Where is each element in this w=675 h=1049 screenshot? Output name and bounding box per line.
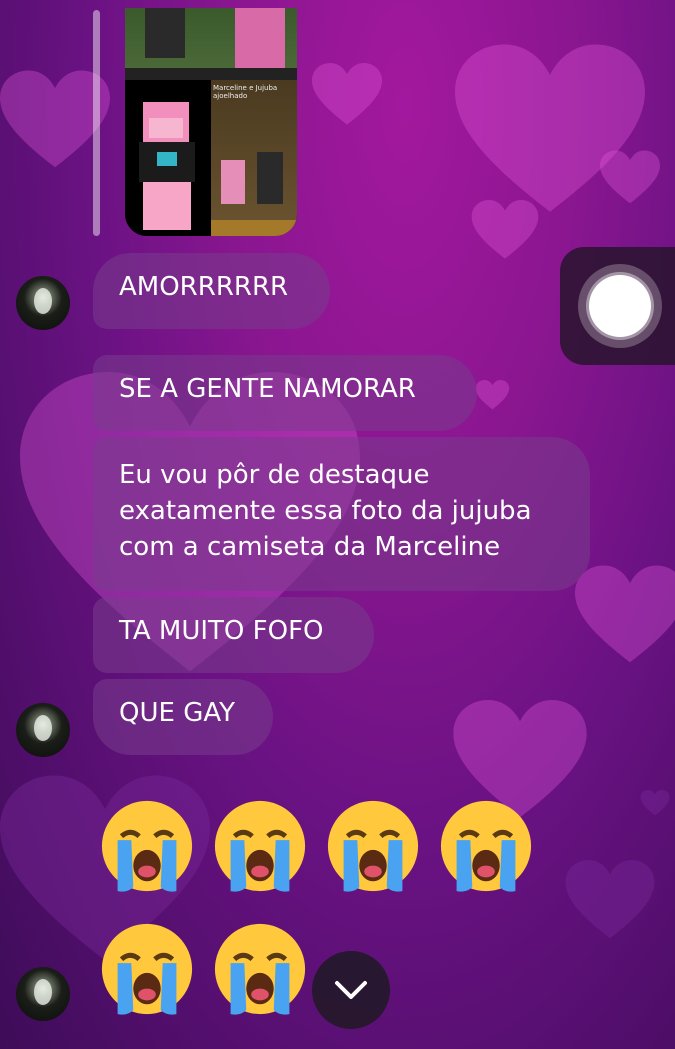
assistive-touch-icon xyxy=(578,264,662,348)
media-top-scene xyxy=(125,8,297,80)
message-text: AMORRRRRR xyxy=(119,272,289,302)
message-text: SE A GENTE NAMORAR xyxy=(119,374,416,404)
background-heart xyxy=(565,860,655,939)
loudly-crying-face-icon xyxy=(441,800,532,892)
message-text-line: com a camiseta da Marceline xyxy=(119,532,501,562)
emoji-message[interactable] xyxy=(98,797,545,899)
loudly-crying-face-icon xyxy=(101,923,193,1015)
background-heart xyxy=(312,63,382,125)
message-text: QUE GAY xyxy=(119,698,235,728)
reply-indicator-bar xyxy=(93,10,100,236)
assistive-touch-button[interactable] xyxy=(560,247,675,365)
avatar[interactable] xyxy=(16,967,70,1021)
background-heart xyxy=(475,380,510,410)
loudly-crying-face-icon xyxy=(101,800,193,892)
background-heart xyxy=(600,150,660,204)
background-heart xyxy=(640,790,670,816)
message-text-line: exatamente essa foto da jujuba xyxy=(119,496,532,526)
shared-media-thumbnail[interactable]: Marceline e Jujuba ajoelhado xyxy=(125,8,297,236)
background-heart xyxy=(575,565,675,663)
media-skin-preview xyxy=(125,80,211,236)
message-bubble[interactable]: AMORRRRRR xyxy=(93,253,330,329)
emoji-message[interactable] xyxy=(98,920,319,1022)
message-bubble[interactable]: TA MUITO FOFO xyxy=(93,597,374,673)
message-bubble[interactable]: QUE GAY xyxy=(93,679,273,755)
avatar[interactable] xyxy=(16,276,70,330)
loudly-crying-face-icon xyxy=(215,800,306,892)
media-caption: Marceline e Jujuba ajoelhado xyxy=(213,84,278,100)
loudly-crying-face-icon xyxy=(215,923,306,1015)
background-heart xyxy=(471,200,539,259)
loudly-crying-face-icon xyxy=(328,800,419,892)
avatar[interactable] xyxy=(16,703,70,757)
message-text: TA MUITO FOFO xyxy=(119,616,324,646)
message-bubble[interactable]: SE A GENTE NAMORAR xyxy=(93,355,477,431)
message-bubble[interactable]: Eu vou pôr de destaque exatamente essa f… xyxy=(93,437,590,591)
message-text-line: Eu vou pôr de destaque xyxy=(119,460,430,490)
chevron-down-icon xyxy=(335,981,367,999)
scroll-to-bottom-button[interactable] xyxy=(312,951,390,1029)
assistive-touch-dot xyxy=(589,275,651,337)
media-game-scene xyxy=(211,80,297,236)
